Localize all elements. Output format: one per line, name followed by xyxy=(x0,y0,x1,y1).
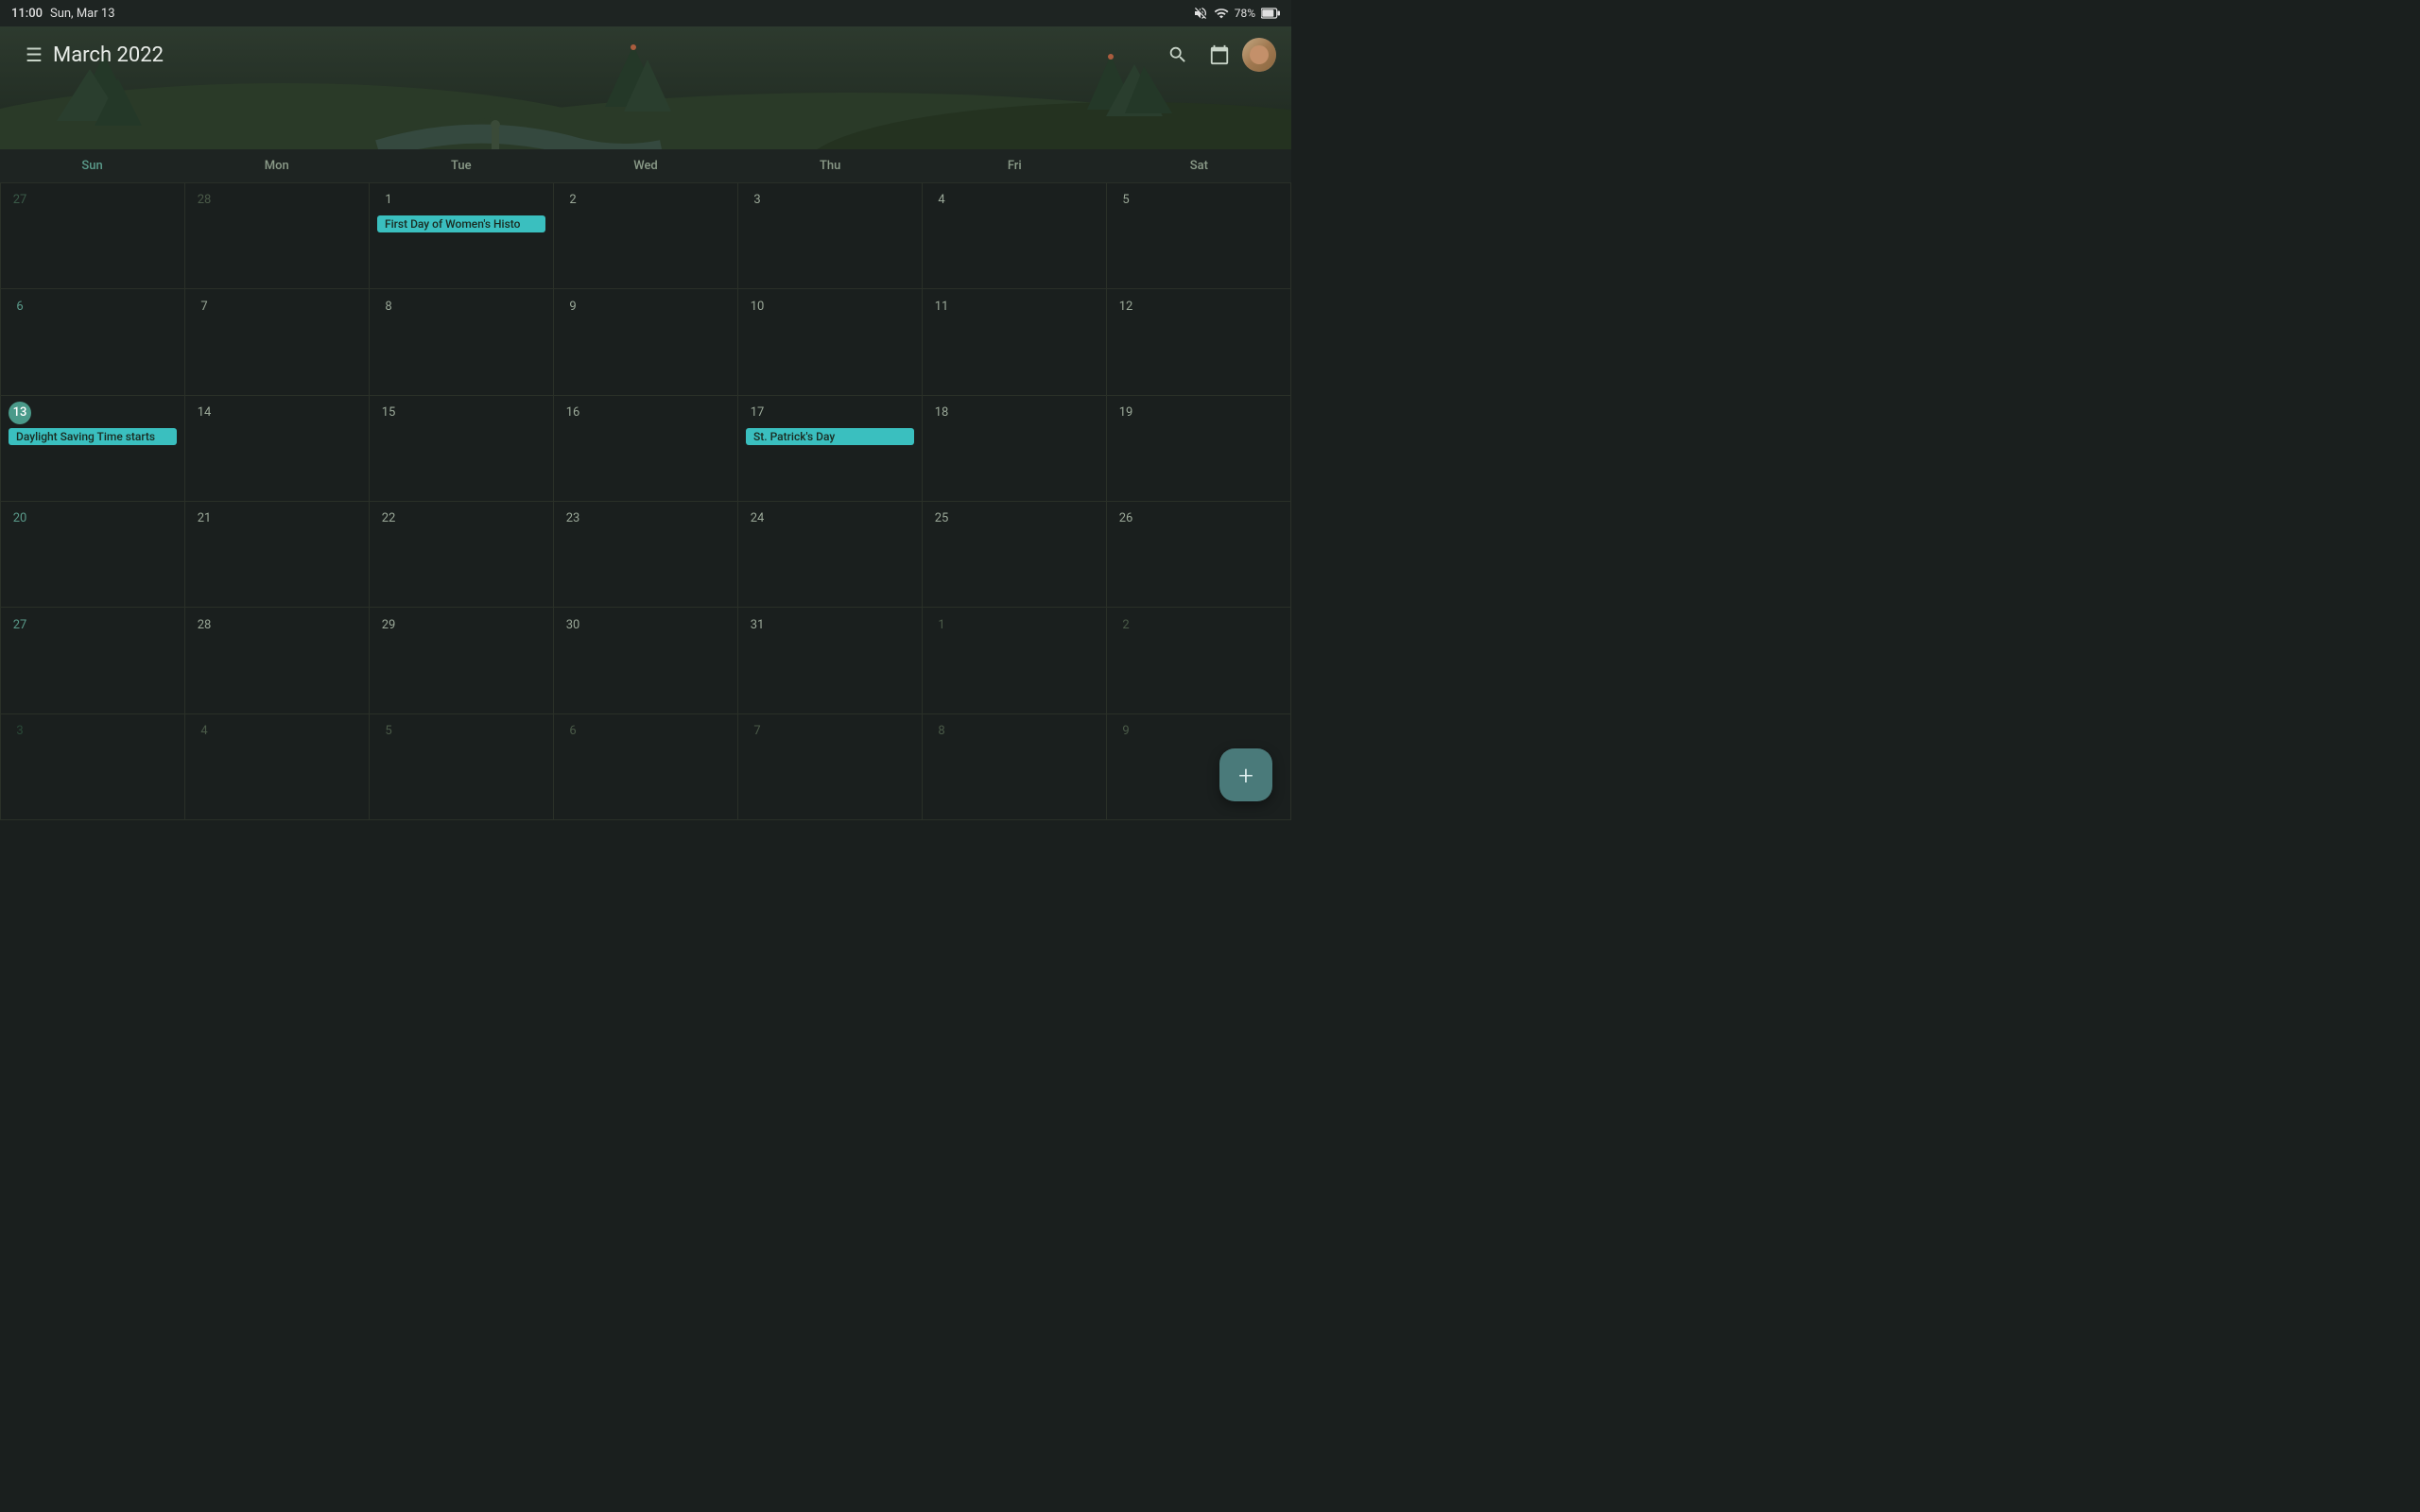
cal-cell-apr1[interactable]: 1 xyxy=(923,608,1107,713)
app-bar-actions xyxy=(1159,36,1276,74)
cal-cell-mar25[interactable]: 25 xyxy=(923,502,1107,608)
cal-cell-mar27[interactable]: 27 xyxy=(1,608,185,713)
cal-cell-mar14[interactable]: 14 xyxy=(185,396,370,502)
avatar xyxy=(1242,38,1276,72)
cal-cell-apr2[interactable]: 2 xyxy=(1107,608,1291,713)
calendar-container: Sun Mon Tue Wed Thu Fri Sat 27 28 1 Firs… xyxy=(0,149,1291,820)
search-icon xyxy=(1167,44,1188,65)
calendar-grid: 27 28 1 First Day of Women's Histo 2 3 4… xyxy=(0,183,1291,820)
header-mon: Mon xyxy=(184,149,369,182)
cal-cell-mar4[interactable]: 4 xyxy=(923,183,1107,289)
cal-cell-mar6[interactable]: 6 xyxy=(1,289,185,395)
cal-cell-mar2[interactable]: 2 xyxy=(554,183,738,289)
cal-cell-mar12[interactable]: 12 xyxy=(1107,289,1291,395)
plus-icon: + xyxy=(1238,760,1253,791)
cal-cell-apr5[interactable]: 5 xyxy=(370,714,554,820)
cal-cell-mar8[interactable]: 8 xyxy=(370,289,554,395)
status-date: Sun, Mar 13 xyxy=(50,7,115,21)
cal-cell-mar5[interactable]: 5 xyxy=(1107,183,1291,289)
menu-icon: ☰ xyxy=(26,43,43,66)
cal-cell-mar7[interactable]: 7 xyxy=(185,289,370,395)
cal-cell-mar19[interactable]: 19 xyxy=(1107,396,1291,502)
event-st-patricks[interactable]: St. Patrick's Day xyxy=(746,428,914,445)
cal-cell-apr4[interactable]: 4 xyxy=(185,714,370,820)
avatar-button[interactable] xyxy=(1242,38,1276,72)
battery-text: 78% xyxy=(1235,7,1255,20)
cal-cell-mar21[interactable]: 21 xyxy=(185,502,370,608)
cal-cell-feb27[interactable]: 27 xyxy=(1,183,185,289)
cal-cell-mar16[interactable]: 16 xyxy=(554,396,738,502)
status-time: 11:00 xyxy=(11,7,43,21)
event-dst[interactable]: Daylight Saving Time starts xyxy=(9,428,177,445)
app-title: March 2022 xyxy=(53,43,1159,67)
cal-cell-mar24[interactable]: 24 xyxy=(738,502,923,608)
cal-cell-mar1[interactable]: 1 First Day of Women's Histo xyxy=(370,183,554,289)
today-button[interactable] xyxy=(1201,36,1238,74)
cal-cell-mar3[interactable]: 3 xyxy=(738,183,923,289)
app-bar: ☰ March 2022 xyxy=(0,26,1291,83)
cal-cell-apr3[interactable]: 3 xyxy=(1,714,185,820)
cal-cell-feb28[interactable]: 28 xyxy=(185,183,370,289)
day-headers: Sun Mon Tue Wed Thu Fri Sat xyxy=(0,149,1291,183)
wifi-icon xyxy=(1214,6,1229,21)
cal-cell-mar23[interactable]: 23 xyxy=(554,502,738,608)
cal-cell-mar26[interactable]: 26 xyxy=(1107,502,1291,608)
header-sat: Sat xyxy=(1107,149,1291,182)
cal-cell-mar10[interactable]: 10 xyxy=(738,289,923,395)
header-tue: Tue xyxy=(369,149,553,182)
header-fri: Fri xyxy=(923,149,1107,182)
cal-cell-apr8[interactable]: 8 xyxy=(923,714,1107,820)
cal-cell-mar20[interactable]: 20 xyxy=(1,502,185,608)
cal-cell-mar28[interactable]: 28 xyxy=(185,608,370,713)
mute-icon xyxy=(1193,6,1208,21)
status-icons: 78% xyxy=(1193,6,1280,21)
cal-cell-apr6[interactable]: 6 xyxy=(554,714,738,820)
cal-cell-mar18[interactable]: 18 xyxy=(923,396,1107,502)
header-wed: Wed xyxy=(553,149,737,182)
cal-cell-mar31[interactable]: 31 xyxy=(738,608,923,713)
calendar-today-icon xyxy=(1209,44,1230,65)
menu-button[interactable]: ☰ xyxy=(15,36,53,74)
cal-cell-mar17[interactable]: 17 St. Patrick's Day xyxy=(738,396,923,502)
cal-cell-mar29[interactable]: 29 xyxy=(370,608,554,713)
cal-cell-apr7[interactable]: 7 xyxy=(738,714,923,820)
cal-cell-mar9[interactable]: 9 xyxy=(554,289,738,395)
cal-cell-mar22[interactable]: 22 xyxy=(370,502,554,608)
status-bar: 11:00 Sun, Mar 13 78% xyxy=(0,0,1291,26)
event-womens-history[interactable]: First Day of Women's Histo xyxy=(377,215,545,232)
cal-cell-mar11[interactable]: 11 xyxy=(923,289,1107,395)
cal-cell-mar30[interactable]: 30 xyxy=(554,608,738,713)
cal-cell-mar15[interactable]: 15 xyxy=(370,396,554,502)
header-thu: Thu xyxy=(738,149,923,182)
header-sun: Sun xyxy=(0,149,184,182)
create-event-fab[interactable]: + xyxy=(1219,748,1272,801)
search-button[interactable] xyxy=(1159,36,1197,74)
cal-cell-mar13[interactable]: 13 Daylight Saving Time starts xyxy=(1,396,185,502)
battery-icon xyxy=(1261,7,1280,20)
